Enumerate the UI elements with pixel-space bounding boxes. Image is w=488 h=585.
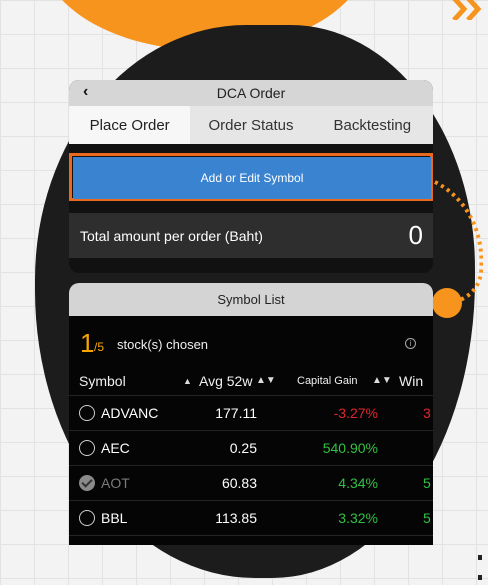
capital-gain-value: 540.90% (322, 440, 378, 456)
table-row[interactable]: AEC 0.25 540.90% (69, 431, 433, 466)
avg-value: 177.11 (215, 405, 257, 421)
dca-order-panel: ‹ DCA Order Place Order Order Status Bac… (69, 80, 433, 273)
col-win[interactable]: Win (399, 366, 423, 395)
chosen-total: /5 (94, 340, 105, 354)
double-chevron-icon (452, 0, 482, 20)
edge-mark (478, 555, 482, 560)
total-amount-row[interactable]: Total amount per order (Baht) 0 (69, 213, 433, 258)
tab-place-order[interactable]: Place Order (69, 106, 191, 144)
sort-icon[interactable]: ▲▼ (372, 366, 392, 395)
title-bar: ‹ DCA Order (69, 80, 433, 106)
symbol-name: ADVANC (101, 405, 159, 421)
total-amount-label: Total amount per order (Baht) (80, 227, 263, 244)
total-amount-value[interactable]: 0 (409, 220, 423, 251)
radio-checked-icon[interactable] (79, 475, 95, 491)
edge-mark (478, 575, 482, 580)
sort-icon[interactable]: ▲▼ (256, 366, 276, 395)
col-symbol[interactable]: Symbol (79, 366, 126, 395)
radio-button[interactable] (79, 440, 95, 456)
tab-backtesting[interactable]: Backtesting (312, 106, 433, 144)
table-row[interactable]: BBL 113.85 3.32% 5 (69, 501, 433, 536)
chosen-count: 1 (80, 328, 95, 358)
symbol-name: BBL (101, 510, 128, 526)
sort-up-icon[interactable]: ▲ (183, 366, 192, 395)
win-value: 5 (423, 475, 431, 491)
symbol-list-title: Symbol List (69, 283, 433, 316)
radio-button[interactable] (79, 405, 95, 421)
col-capital-gain[interactable]: Capital Gain (297, 366, 358, 395)
avg-value: 60.83 (221, 475, 257, 491)
page-title: DCA Order (216, 85, 286, 101)
col-avg-52w[interactable]: Avg 52w (199, 366, 252, 395)
info-icon[interactable]: i (405, 338, 416, 349)
chevron-left-icon[interactable]: ‹ (83, 83, 88, 101)
add-symbol-highlight: Add or Edit Symbol (69, 153, 433, 202)
table-row[interactable]: ADVANC 177.11 -3.27% 3 (69, 396, 433, 431)
add-edit-symbol-button[interactable]: Add or Edit Symbol (73, 157, 431, 199)
chosen-text: stock(s) chosen (117, 337, 209, 352)
chosen-summary: 1 /5 stock(s) chosen i (69, 316, 433, 366)
symbol-list-panel: Symbol List 1 /5 stock(s) chosen i Symbo… (69, 283, 433, 545)
radio-button[interactable] (79, 510, 95, 526)
table-row[interactable]: AOT 60.83 4.34% 5 (69, 466, 433, 501)
table-header: Symbol ▲ Avg 52w ▲▼ Capital Gain ▲▼ Win (69, 366, 433, 396)
avg-value: 0.25 (229, 440, 257, 456)
tab-bar: Place Order Order Status Backtesting (69, 106, 433, 144)
connector-dot (432, 288, 462, 318)
tab-order-status[interactable]: Order Status (190, 106, 311, 144)
win-value: 5 (423, 510, 431, 526)
win-value: 3 (423, 405, 431, 421)
symbol-name: AOT (101, 475, 130, 491)
capital-gain-value: -3.27% (333, 405, 378, 421)
capital-gain-value: 3.32% (338, 510, 378, 526)
capital-gain-value: 4.34% (338, 475, 378, 491)
symbol-name: AEC (101, 440, 130, 456)
avg-value: 113.85 (215, 510, 257, 526)
